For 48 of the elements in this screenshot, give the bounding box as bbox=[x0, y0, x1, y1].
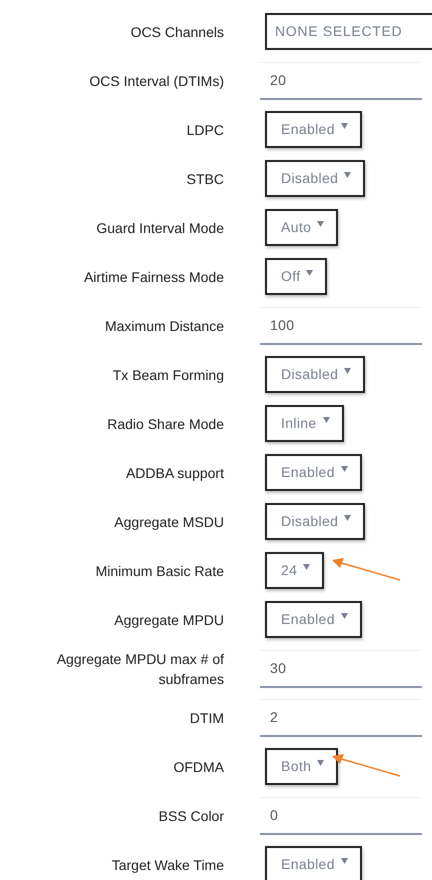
text-input[interactable]: 2 bbox=[260, 698, 422, 736]
setting-label: Radio Share Mode bbox=[106, 414, 224, 434]
dropdown[interactable]: Inline bbox=[265, 405, 344, 442]
dropdown[interactable]: Disabled bbox=[265, 160, 366, 197]
caret-icon bbox=[340, 612, 348, 618]
setting-label: Minimum Basic Rate bbox=[94, 562, 224, 580]
text-input[interactable]: 0 bbox=[260, 796, 422, 834]
setting-label: Aggregate MPDU max # of subframes bbox=[56, 650, 224, 688]
dropdown[interactable]: Off bbox=[265, 258, 328, 295]
dropdown[interactable]: Enabled bbox=[265, 454, 362, 491]
dropdown[interactable]: Both bbox=[265, 748, 338, 785]
setting-label: OCS Channels bbox=[130, 22, 224, 42]
setting-label: ADDBA support bbox=[124, 464, 224, 482]
caret-icon bbox=[344, 368, 352, 374]
setting-label: BSS Color bbox=[158, 806, 224, 826]
setting-label: Aggregate MSDU bbox=[113, 512, 224, 532]
setting-label: OFDMA bbox=[172, 758, 224, 776]
setting-label: LDPC bbox=[186, 120, 224, 140]
caret-icon bbox=[322, 416, 330, 422]
multiselect-dropdown[interactable]: NONE SELECTED bbox=[265, 13, 432, 50]
dropdown[interactable]: 24 bbox=[265, 552, 324, 589]
dropdown[interactable]: Enabled bbox=[265, 846, 362, 880]
text-input[interactable]: 100 bbox=[260, 306, 422, 344]
setting-label: OCS Interval (DTIMs) bbox=[88, 72, 224, 90]
dropdown[interactable]: Enabled bbox=[265, 601, 362, 638]
setting-label: Guard Interval Mode bbox=[95, 218, 224, 238]
setting-label: Target Wake Time bbox=[110, 856, 224, 874]
dropdown[interactable]: Auto bbox=[265, 209, 338, 246]
dropdown[interactable]: Disabled bbox=[265, 503, 366, 540]
caret-icon bbox=[340, 122, 348, 128]
setting-label: Maximum Distance bbox=[104, 316, 224, 336]
caret-icon bbox=[344, 514, 352, 520]
caret-icon bbox=[340, 858, 348, 864]
text-input[interactable]: 30 bbox=[260, 650, 422, 688]
setting-label: STBC bbox=[186, 170, 224, 188]
caret-icon bbox=[317, 220, 324, 226]
setting-label: Aggregate MPDU bbox=[113, 610, 224, 630]
caret-icon bbox=[306, 270, 314, 276]
caret-icon bbox=[344, 172, 352, 178]
caret-icon bbox=[317, 760, 324, 766]
text-input[interactable]: 20 bbox=[260, 62, 422, 100]
setting-label: Tx Beam Forming bbox=[112, 366, 224, 384]
setting-label: Airtime Fairness Mode bbox=[82, 268, 224, 286]
caret-icon bbox=[303, 564, 310, 570]
setting-label: DTIM bbox=[188, 708, 224, 728]
dropdown[interactable]: Enabled bbox=[265, 111, 362, 148]
caret-icon bbox=[340, 466, 348, 472]
dropdown[interactable]: Disabled bbox=[265, 356, 366, 393]
